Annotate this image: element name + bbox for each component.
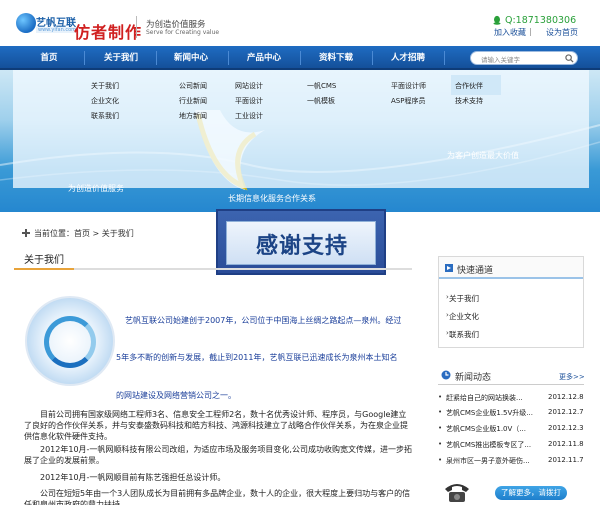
menu-item-culture[interactable]: 企业文化 (91, 96, 119, 106)
news-bullet: • (438, 440, 443, 448)
header-divider (136, 16, 137, 38)
menu-item-template[interactable]: 一帆模板 (307, 96, 335, 106)
banner-slogan-center: 长期信息化服务合作关系 (228, 194, 316, 203)
menu-item-graphic-designer[interactable]: 平面设计师 (391, 81, 426, 91)
logo-mark-icon (16, 13, 36, 33)
nav-divider (84, 51, 85, 65)
quick-link-contact[interactable]: 联系我们 (449, 329, 479, 340)
quick-links-panel: 快速通道 关于我们 企业文化 联系我们 (438, 256, 584, 348)
add-favorite-link[interactable]: 加入收藏 (494, 27, 526, 38)
menu-item-cms[interactable]: 一帆CMS (307, 81, 336, 91)
news-item-title[interactable]: 艺帆CMS推出模板专区了... (446, 440, 531, 450)
news-item-title[interactable]: 艺帆CMS企业版1.5V升级... (446, 408, 533, 418)
menu-item-support[interactable]: 技术支持 (455, 96, 483, 106)
news-bullet: • (438, 408, 443, 416)
menu-item-about[interactable]: 关于我们 (91, 81, 119, 91)
paragraph-growth: 公司在短短5年由一个3人团队成长为目前拥有多品牌企业，数十人的企业，很大程度上要… (24, 489, 411, 505)
thanks-badge-text: 感谢支持 (255, 234, 348, 259)
top-links-separator: | (529, 27, 532, 36)
news-item-date: 2012.12.7 (548, 408, 584, 416)
location-icon (22, 229, 30, 237)
nav-item-downloads[interactable]: 资料下载 (301, 46, 371, 70)
slogan-en: Serve for Creating value (146, 29, 220, 36)
quick-link-culture[interactable]: 企业文化 (449, 311, 479, 322)
contact-button[interactable]: 了解更多，请拨打 (495, 486, 567, 500)
telephone-icon (445, 484, 469, 502)
nav-item-home[interactable]: 首页 (14, 46, 84, 70)
logo-url: www.yifan.com (36, 27, 79, 33)
menu-item-graphic-design[interactable]: 平面设计 (235, 96, 263, 106)
title-divider-accent (14, 268, 74, 270)
banner-slogan-left: 为创造价值服务 (68, 184, 124, 193)
qq-icon (493, 15, 501, 25)
quick-links-title: 快速通道 (457, 266, 494, 276)
news-item-title[interactable]: 艺帆CMS企业版1.0V（... (446, 424, 526, 434)
nav-item-products[interactable]: 产品中心 (229, 46, 299, 70)
nav-item-news[interactable]: 新闻中心 (156, 46, 226, 70)
menu-item-local-news[interactable]: 地方新闻 (179, 111, 207, 121)
intro-line-3: 的网站建设及网络营销公司之一。 (116, 391, 236, 400)
quick-link-bullet: › (446, 311, 449, 319)
menu-item-partners[interactable]: 合作伙伴 (455, 81, 483, 91)
page: { "header": { "logo_cn": "艺帆互联", "logo_e… (0, 0, 600, 505)
search-icon[interactable] (565, 54, 574, 63)
news-bullet: • (438, 424, 443, 432)
company-logo-ring-icon (44, 316, 96, 368)
paragraph-designer: 2012年10月-一帆网顺目前有陈艺强担任总设计师。 (40, 473, 226, 482)
menu-item-contact[interactable]: 联系我们 (91, 111, 119, 121)
banner-slogan-right: 为客户创造最大价值 (447, 151, 519, 160)
menu-item-industry-news[interactable]: 行业新闻 (179, 96, 207, 106)
menu-item-web-design[interactable]: 网站设计 (235, 81, 263, 91)
news-divider (438, 384, 584, 385)
quick-links-header: 快速通道 (439, 257, 583, 279)
news-icon (441, 370, 451, 380)
news-item-date: 2012.12.3 (548, 424, 584, 432)
quick-link-bullet: › (446, 293, 449, 301)
nav-item-jobs[interactable]: 人才招聘 (373, 46, 443, 70)
search-box[interactable]: 请输入关键字 (470, 51, 578, 65)
menu-item-industrial-design[interactable]: 工业设计 (235, 111, 263, 121)
paragraph-restructure: 2012年10月-一帆网顺科技有限公司改组，为适应市场及服务项目变化,公司成功收… (24, 445, 412, 465)
news-item-date: 2012.11.8 (548, 440, 584, 448)
phone-number: Q:1871380306 (505, 15, 577, 26)
set-homepage-link[interactable]: 设为首页 (546, 27, 578, 38)
quick-links-icon (445, 264, 453, 272)
quick-link-bullet: › (446, 329, 449, 337)
site-header: 艺帆互联 www.yifan.com 仿者制作 为创造价值服务 Serve fo… (0, 0, 600, 46)
news-item-title[interactable]: 泉州市区一男子意外砸伤... (446, 456, 530, 466)
site-title: 仿者制作 (74, 23, 143, 42)
news-item-date: 2012.11.7 (548, 456, 584, 464)
news-item-title[interactable]: 赶紧给自己的网站换装... (446, 393, 523, 403)
news-bullet: • (438, 456, 443, 464)
search-input[interactable]: 请输入关键字 (481, 54, 520, 64)
paragraph-team: 目前公司拥有国家级网络工程师3名、信息安全工程师2名，数十名优秀设计师、程序员，… (24, 410, 408, 441)
menu-item-asp-programmer[interactable]: ASP程序员 (391, 96, 425, 106)
news-item-date: 2012.12.8 (548, 393, 584, 401)
news-more-link[interactable]: 更多>> (559, 372, 585, 382)
nav-item-about[interactable]: 关于我们 (86, 46, 156, 70)
nav-divider (444, 51, 445, 65)
intro-line-2: 5年多不断的创新与发展，截止到2011年，艺帆互联已迅速成长为泉州本土知名 (116, 353, 398, 362)
intro-line-1: 艺帆互联公司始建创于2007年，公司位于中国海上丝绸之路起点—泉州。经过 (125, 316, 402, 325)
quick-link-about[interactable]: 关于我们 (449, 293, 479, 304)
breadcrumb[interactable]: 当前位置：首页 > 关于我们 (34, 228, 134, 239)
page-title: 关于我们 (24, 255, 64, 266)
thanks-badge: 感谢支持 (216, 209, 386, 275)
thanks-badge-panel: 感谢支持 (226, 221, 376, 265)
news-title: 新闻动态 (455, 373, 492, 383)
menu-item-company-news[interactable]: 公司新闻 (179, 81, 207, 91)
news-bullet: • (438, 393, 443, 401)
